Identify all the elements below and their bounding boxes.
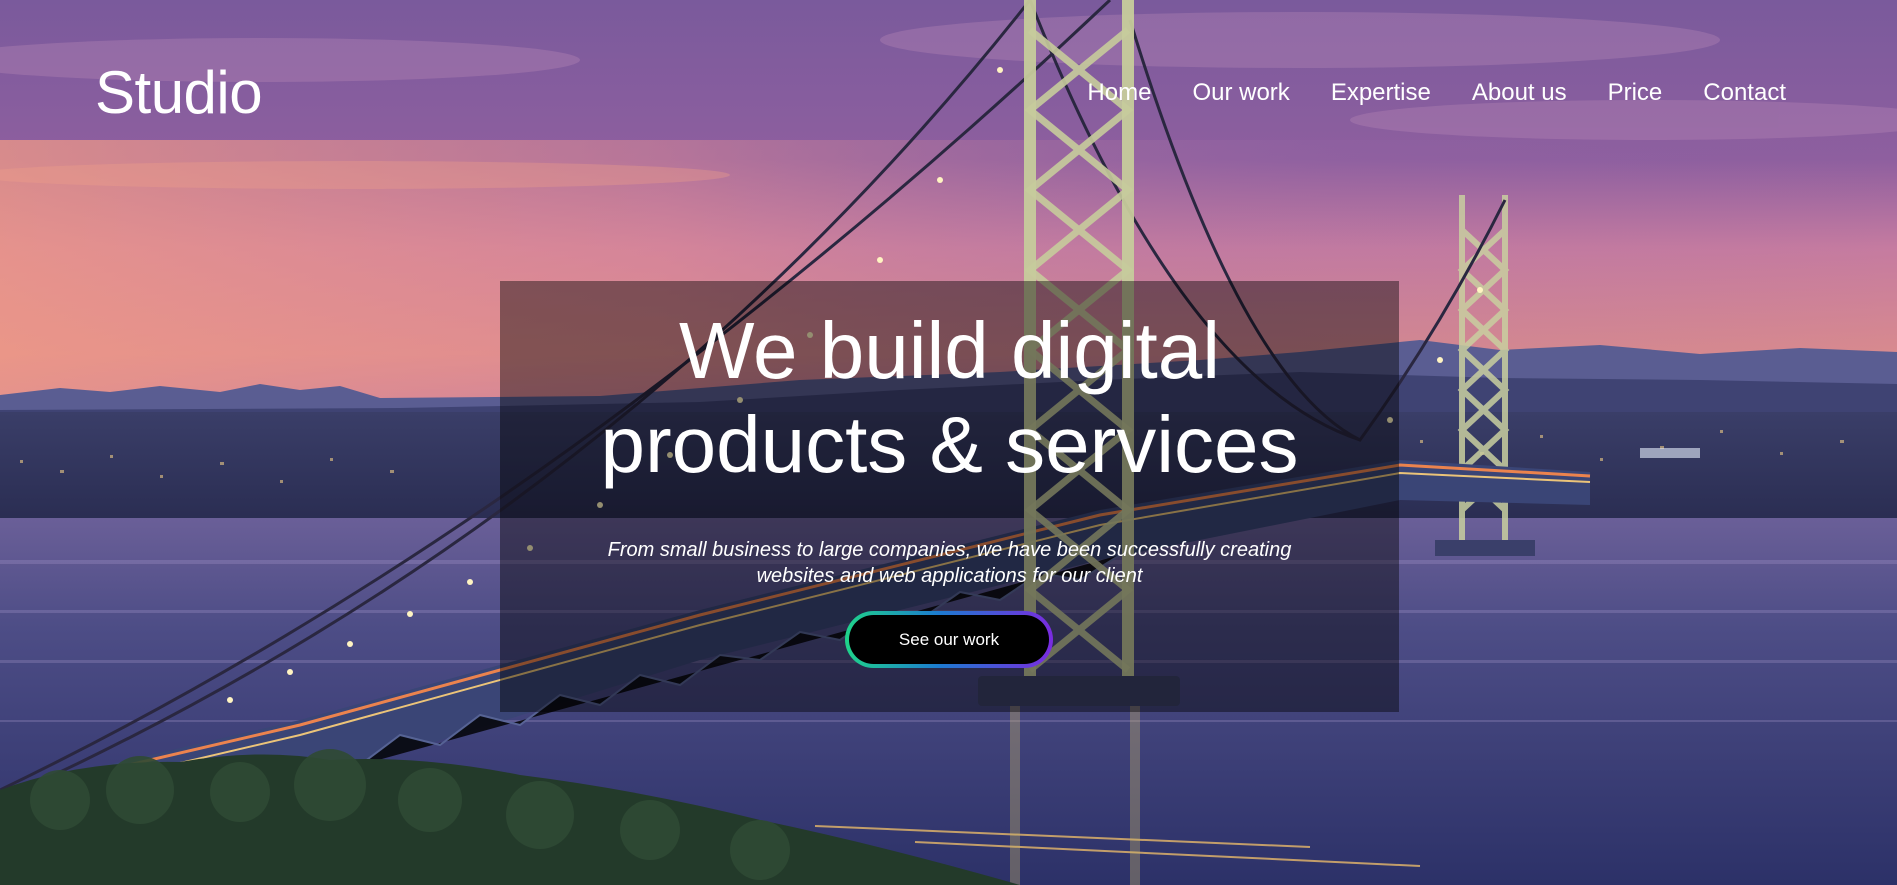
nav-item-expertise[interactable]: Expertise [1331, 76, 1431, 110]
nav-item-our-work[interactable]: Our work [1192, 76, 1289, 110]
nav-item-home[interactable]: Home [1087, 76, 1151, 110]
see-our-work-button-border[interactable]: See our work [845, 611, 1053, 668]
hero-section: Studio Home Our work Expertise About us … [0, 0, 1897, 885]
nav-item-contact[interactable]: Contact [1703, 76, 1786, 110]
hero-subtext-line-1: From small business to large companies, … [607, 539, 1292, 561]
see-our-work-button[interactable]: See our work [849, 615, 1049, 664]
nav-item-about-us[interactable]: About us [1472, 76, 1567, 110]
hero-subtext-line-2: websites and web applications for our cl… [756, 565, 1143, 587]
hero-headline: We build digital products & services [500, 304, 1399, 492]
hero-headline-line-1: We build digital [678, 306, 1221, 395]
hero-subtext: From small business to large companies, … [560, 537, 1339, 589]
site-logo[interactable]: Studio [95, 58, 263, 128]
main-navigation: Home Our work Expertise About us Price C… [1046, 76, 1786, 110]
hero-headline-line-2: products & services [600, 400, 1299, 489]
nav-item-price[interactable]: Price [1608, 76, 1663, 110]
